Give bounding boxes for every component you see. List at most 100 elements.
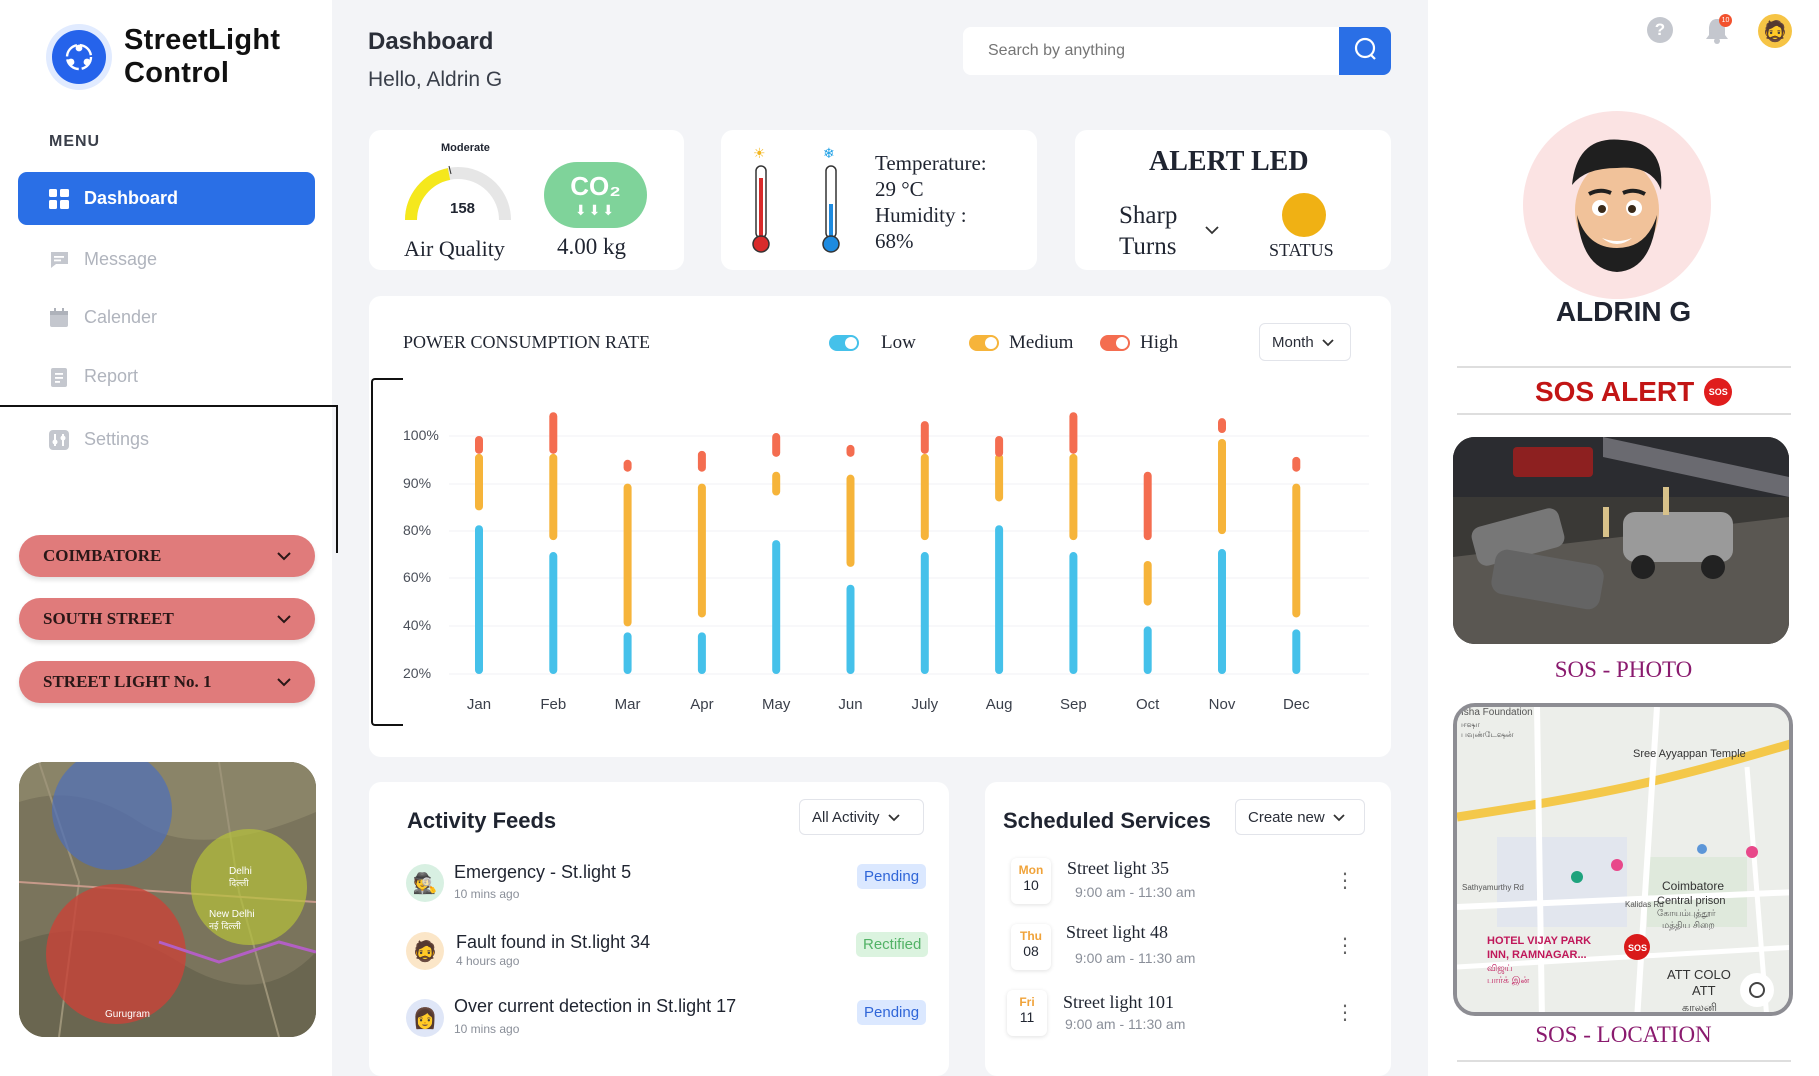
- page-title: Dashboard: [368, 28, 494, 55]
- sidebar-item-report[interactable]: Report: [18, 350, 315, 403]
- alert-mode-select[interactable]: Sharp Turns: [1119, 200, 1177, 262]
- profile-name: ALDRIN G: [1555, 296, 1692, 327]
- bar-medium-aug[interactable]: [995, 453, 1004, 502]
- bar-high-mar[interactable]: [623, 459, 632, 472]
- bar-low-mar[interactable]: [623, 632, 632, 674]
- bar-high-dec[interactable]: [1292, 456, 1301, 472]
- bar-high-feb[interactable]: [549, 412, 558, 454]
- sos-location-label: SOS - LOCATION: [1535, 1022, 1712, 1047]
- search-input[interactable]: [988, 42, 1318, 60]
- bar-medium-nov[interactable]: [1218, 438, 1226, 535]
- aq-value: 158: [450, 200, 476, 217]
- map-label-att-ta: காலனி: [1682, 1001, 1717, 1014]
- service-title: Street light 101: [1063, 992, 1174, 1012]
- aq-gauge: [405, 165, 511, 221]
- bar-medium-july[interactable]: [920, 453, 929, 541]
- bar-low-jun[interactable]: [846, 584, 855, 674]
- greeting: Hello, Aldrin G: [368, 68, 503, 91]
- bar-medium-may[interactable]: [772, 471, 781, 496]
- sidebar-item-calender[interactable]: Calender: [18, 291, 315, 344]
- more-options-icon[interactable]: ⋮: [1335, 933, 1355, 958]
- bar-medium-dec[interactable]: [1292, 483, 1301, 618]
- notification-button[interactable]: 10: [1704, 14, 1732, 49]
- bar-medium-feb[interactable]: [549, 453, 558, 541]
- coverage-map[interactable]: Delhi दिल्ली New Delhi नई दिल्ली Gurugra…: [19, 762, 316, 1037]
- activity-filter-select[interactable]: All Activity: [799, 799, 924, 835]
- bar-high-sep[interactable]: [1069, 412, 1078, 454]
- city-select[interactable]: COIMBATORE: [19, 535, 315, 577]
- service-time: 9:00 am - 11:30 am: [1065, 1016, 1186, 1032]
- search-button[interactable]: [1339, 27, 1391, 75]
- bar-low-apr[interactable]: [697, 632, 706, 674]
- scheduled-services-card: Scheduled Services Create new Mon 10 Str…: [985, 782, 1391, 1076]
- date-chip: Fri 11: [1007, 990, 1047, 1036]
- chevron-down-icon[interactable]: [1205, 222, 1219, 240]
- map-label-new-delhi: New Delhi: [209, 909, 255, 920]
- bar-high-may[interactable]: [772, 433, 781, 457]
- bar-medium-oct[interactable]: [1143, 560, 1152, 606]
- bar-high-apr[interactable]: [697, 450, 706, 472]
- weather-readout: Temperature: 29 °C Humidity : 68%: [875, 150, 987, 254]
- sos-photo[interactable]: [1453, 437, 1789, 644]
- avatar: 👩: [406, 999, 444, 1037]
- bar-low-nov[interactable]: [1218, 549, 1226, 674]
- more-options-icon[interactable]: ⋮: [1335, 868, 1355, 893]
- weather-card: ☀ ❄ Temperature: 29 °C Humidity : 68%: [721, 130, 1037, 270]
- air-quality-card: Moderate 158 Air Quality CO₂ ⬇⬇⬇ 4.00 kg: [369, 130, 684, 270]
- create-new-button[interactable]: Create new: [1235, 799, 1365, 835]
- bar-low-oct[interactable]: [1143, 626, 1152, 674]
- bar-medium-jun[interactable]: [846, 474, 855, 567]
- bar-low-aug[interactable]: [995, 525, 1004, 674]
- bar-high-jun[interactable]: [846, 444, 855, 457]
- search-box: [963, 27, 1391, 75]
- street-select[interactable]: SOUTH STREET: [19, 598, 315, 640]
- temperature-label: Temperature:: [875, 151, 987, 175]
- activity-title: Activity Feeds: [407, 808, 557, 833]
- bar-low-feb[interactable]: [549, 552, 558, 674]
- x-tick-label: Mar: [615, 696, 641, 713]
- sidebar-item-dashboard[interactable]: Dashboard: [18, 172, 315, 225]
- service-title: Street light 48: [1066, 922, 1168, 942]
- bar-low-may[interactable]: [772, 540, 781, 674]
- y-tick-label: 100%: [403, 427, 439, 443]
- bar-high-july[interactable]: [920, 421, 929, 454]
- calendar-icon: [48, 307, 70, 329]
- avatar: [1523, 111, 1711, 299]
- help-icon[interactable]: ?: [1647, 17, 1673, 43]
- annotation-bracket: [0, 405, 338, 553]
- bar-high-aug[interactable]: [995, 436, 1004, 457]
- streetlight-select[interactable]: STREET LIGHT No. 1: [19, 661, 315, 703]
- map-label-isha: Isha Foundation: [1461, 707, 1533, 718]
- brand-logo[interactable]: StreetLight Control: [52, 24, 280, 90]
- status-led: [1282, 193, 1326, 237]
- map-label-att2: ATT: [1692, 983, 1716, 998]
- sidebar-item-message[interactable]: Message: [18, 233, 315, 286]
- bar-medium-mar[interactable]: [623, 483, 632, 627]
- thermometer-hot-icon: ☀: [752, 146, 770, 253]
- status-badge: Rectified: [856, 932, 929, 957]
- bar-medium-apr[interactable]: [697, 483, 706, 618]
- bar-medium-jan[interactable]: [475, 453, 483, 511]
- sos-marker-label: SOS: [1628, 943, 1647, 953]
- status-badge: Pending: [857, 864, 927, 889]
- activity-item-title: Emergency - St.light 5: [454, 862, 632, 882]
- power-chart-plot: 100% 90% 80% 60% 40% 20% Jan Feb Mar Apr May Jun Jul…: [403, 412, 1369, 713]
- more-options-icon[interactable]: ⋮: [1335, 1000, 1355, 1025]
- recenter-button[interactable]: [1740, 973, 1774, 1007]
- sos-location-map[interactable]: SOS Isha Foundation ஈஷா பவுண்டேஷன் Sree …: [1453, 703, 1793, 1016]
- user-avatar-icon: [1572, 139, 1662, 272]
- bar-high-jan[interactable]: [475, 436, 483, 454]
- bar-high-nov[interactable]: [1218, 418, 1226, 434]
- scheduled-title: Scheduled Services: [1003, 808, 1211, 833]
- bar-medium-sep[interactable]: [1069, 453, 1078, 541]
- user-avatar-small[interactable]: 🧔: [1758, 14, 1792, 48]
- bar-low-july[interactable]: [920, 552, 929, 674]
- activity-item-title: Fault found in St.light 34: [456, 932, 651, 952]
- profile-panel: ? 10 🧔 ALDRIN G SOS ALERT SOS SOS - PHOT…: [1428, 0, 1819, 1076]
- bar-low-jan[interactable]: [475, 525, 483, 674]
- bar-low-sep[interactable]: [1069, 552, 1078, 674]
- bar-low-dec[interactable]: [1292, 629, 1301, 674]
- activity-item-title: Over current detection in St.light 17: [454, 996, 737, 1016]
- bar-high-oct[interactable]: [1143, 471, 1152, 541]
- x-tick-label: May: [762, 696, 791, 713]
